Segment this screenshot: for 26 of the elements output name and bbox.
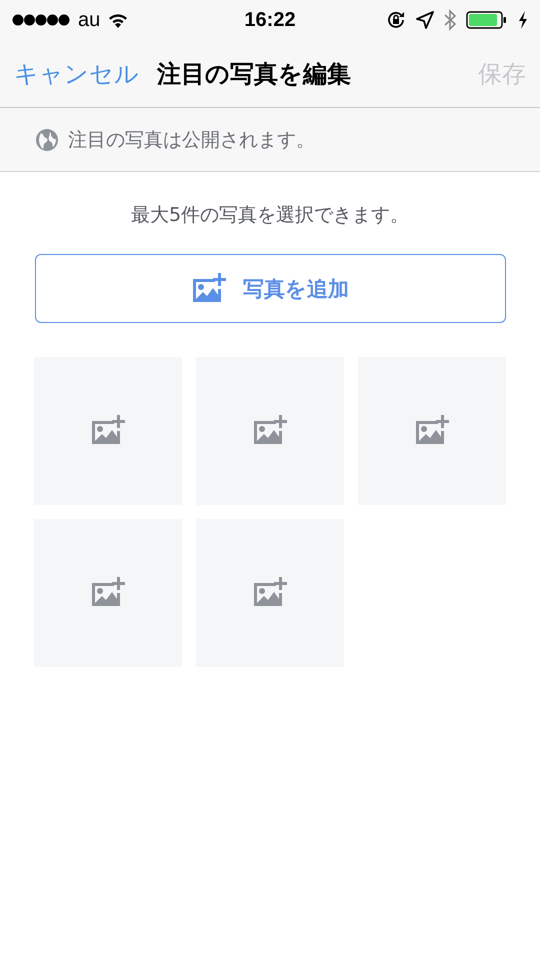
add-photo-icon	[90, 415, 126, 447]
battery-icon	[466, 10, 508, 30]
globe-icon	[36, 128, 58, 150]
carrier-name: au	[78, 8, 100, 32]
add-photo-icon	[252, 415, 288, 447]
screen-title: 注目の写真を編集	[157, 58, 352, 90]
add-photo-button[interactable]: 写真を追加	[34, 254, 506, 323]
photo-slot[interactable]	[358, 357, 506, 505]
add-photo-icon	[414, 415, 450, 447]
add-photo-icon	[191, 272, 227, 304]
signal-icon	[12, 14, 70, 26]
notice-text: 注目の写真は公開されます。	[68, 128, 315, 152]
location-icon	[416, 11, 434, 29]
charging-icon	[518, 11, 528, 29]
wifi-icon	[108, 12, 128, 28]
cancel-button[interactable]: キャンセル	[14, 58, 139, 90]
bluetooth-icon	[444, 9, 456, 31]
rotation-lock-icon	[386, 10, 406, 30]
photo-slot[interactable]	[34, 519, 182, 667]
clock-time: 16:22	[244, 8, 296, 32]
photo-slot[interactable]	[34, 357, 182, 505]
photo-slot[interactable]	[196, 357, 344, 505]
photo-slot[interactable]	[196, 519, 344, 667]
add-photo-icon	[90, 577, 126, 609]
hint-text: 最大5件の写真を選択できます。	[130, 203, 410, 228]
add-photo-icon	[252, 577, 288, 609]
